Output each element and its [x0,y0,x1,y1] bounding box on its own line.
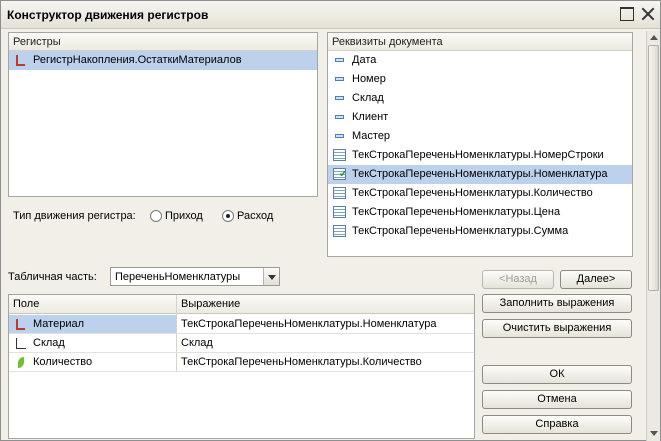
field-icon [334,92,346,104]
table-field-icon [333,187,346,199]
row-field: Материал [33,318,84,330]
dimension-icon [15,337,27,349]
help-button[interactable]: Справка [482,415,632,434]
scroll-up-icon[interactable] [650,35,658,40]
field-icon [334,54,346,66]
attr-item[interactable]: ТекСтрокаПереченьНоменклатуры.Номенклату… [328,165,632,184]
table-field-check-icon [333,168,347,180]
attr-item[interactable]: Дата [328,51,632,70]
registers-header: Регистры [9,33,317,51]
tabular-select-value: ПереченьНоменклатуры [115,271,241,283]
attr-label: Номер [352,73,386,85]
grid-header: Поле Выражение [9,295,474,314]
attr-item[interactable]: Клиент [328,108,632,127]
table-field-icon [333,206,346,218]
row-expression[interactable]: Склад [181,337,213,349]
scroll-down-icon[interactable] [650,431,658,436]
fill-expressions-button[interactable]: Заполнить выражения [482,294,632,313]
table-row[interactable]: Материал ТекСтрокаПереченьНоменклатуры.Н… [9,315,474,334]
attr-item[interactable]: ТекСтрокаПереченьНоменклатуры.Цена [328,203,632,222]
cancel-button[interactable]: Отмена [482,390,632,409]
ok-button[interactable]: ОК [482,365,632,384]
table-field-icon [333,149,346,161]
attr-label: ТекСтрокаПереченьНоменклатуры.Сумма [352,225,569,237]
row-field: Количество [33,356,93,368]
doc-attributes-panel: Реквизиты документа Дата Номер Склад Кли… [327,32,633,257]
window-title: Конструктор движения регистров [7,8,209,22]
attr-label: Мастер [352,130,391,142]
attr-label: ТекСтрокаПереченьНоменклатуры.Количество [352,187,593,199]
registers-panel: Регистры РегистрНакопления.ОстаткиМатери… [8,32,318,197]
maximize-icon[interactable] [620,7,634,21]
row-field: Склад [33,337,65,349]
row-expression[interactable]: ТекСтрокаПереченьНоменклатуры.Номенклату… [181,318,436,330]
register-icon [15,54,27,66]
fields-grid: Поле Выражение Материал ТекСтрокаПеречен… [8,294,475,439]
column-header-expression[interactable]: Выражение [181,298,240,310]
clear-expressions-button[interactable]: Очистить выражения [482,319,632,338]
attr-item[interactable]: Мастер [328,127,632,146]
attr-label: Склад [352,92,384,104]
radio-expense[interactable] [222,210,234,222]
movement-type-label: Тип движения регистра: [13,210,136,222]
doc-attributes-header: Реквизиты документа [328,33,632,51]
radio-income[interactable] [150,210,162,222]
register-item-label: РегистрНакопления.ОстаткиМатериалов [33,54,242,66]
field-icon [334,73,346,85]
next-button[interactable]: Далее> [560,270,632,289]
attr-label: Клиент [352,111,389,123]
title-bar: Конструктор движения регистров [1,1,660,29]
tabular-label: Табличная часть: [8,271,97,283]
field-icon [334,130,346,142]
table-row[interactable]: Количество ТекСтрокаПереченьНоменклатуры… [9,353,474,372]
attr-item[interactable]: ТекСтрокаПереченьНоменклатуры.Количество [328,184,632,203]
table-field-icon [333,225,346,237]
tabular-select[interactable]: ПереченьНоменклатуры [110,267,280,286]
attr-label: Дата [352,54,377,66]
back-button[interactable]: <Назад [482,270,554,289]
close-icon[interactable] [641,7,655,21]
radio-expense-label[interactable]: Расход [237,210,273,222]
attr-item[interactable]: ТекСтрокаПереченьНоменклатуры.Сумма [328,222,632,241]
register-item[interactable]: РегистрНакопления.ОстаткиМатериалов [9,51,317,70]
attr-label: ТекСтрокаПереченьНоменклатуры.Номенклату… [352,168,608,180]
dimension-icon [15,318,27,330]
attr-item[interactable]: Склад [328,89,632,108]
radio-income-label[interactable]: Приход [165,210,203,222]
chevron-down-icon[interactable] [263,268,279,285]
table-row[interactable]: Склад Склад [9,334,474,353]
resource-icon [15,356,27,368]
vertical-scrollbar[interactable] [646,31,660,441]
attr-item[interactable]: ТекСтрокаПереченьНоменклатуры.НомерСтрок… [328,146,632,165]
register-movement-wizard-window: Конструктор движения регистров Регистры … [0,0,661,441]
attr-label: ТекСтрокаПереченьНоменклатуры.Цена [352,206,561,218]
attr-label: ТекСтрокаПереченьНоменклатуры.НомерСтрок… [352,149,604,161]
scroll-thumb[interactable] [648,45,659,291]
attr-item[interactable]: Номер [328,70,632,89]
row-expression[interactable]: ТекСтрокаПереченьНоменклатуры.Количество [181,356,422,368]
column-header-field[interactable]: Поле [13,298,39,310]
field-icon [334,111,346,123]
